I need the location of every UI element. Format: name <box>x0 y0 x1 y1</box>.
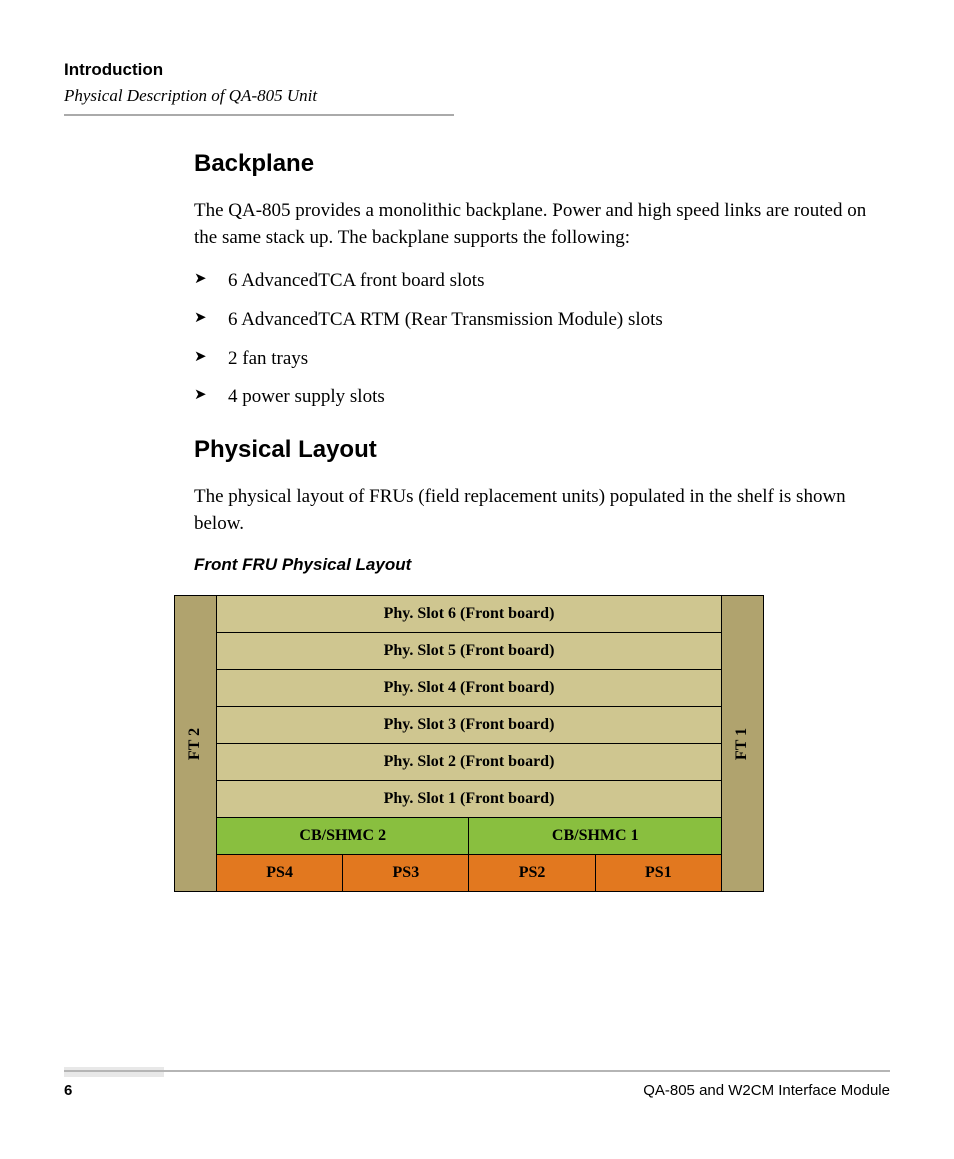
slot-5: Phy. Slot 5 (Front board) <box>217 633 722 670</box>
ps4: PS4 <box>217 855 343 892</box>
list-item: 2 fan trays <box>194 347 882 372</box>
chapter-title: Introduction <box>64 60 890 80</box>
backplane-intro: The QA-805 provides a monolithic backpla… <box>194 198 882 251</box>
cb-shmc-1: CB/SHMC 1 <box>469 818 722 855</box>
figure-caption: Front FRU Physical Layout <box>194 555 882 575</box>
page-footer: 6 QA-805 and W2CM Interface Module <box>64 1070 890 1099</box>
slot-1: Phy. Slot 1 (Front board) <box>217 781 722 818</box>
header-rule <box>64 114 454 116</box>
slot-4: Phy. Slot 4 (Front board) <box>217 670 722 707</box>
fru-layout-diagram: FT 2 Phy. Slot 6 (Front board) FT 1 Phy.… <box>174 595 764 892</box>
running-header: Introduction Physical Description of QA-… <box>64 60 890 116</box>
footer-rule <box>64 1070 890 1072</box>
footer-doc-title: QA-805 and W2CM Interface Module <box>643 1082 890 1099</box>
slot-6: Phy. Slot 6 (Front board) <box>217 596 722 633</box>
slot-3: Phy. Slot 3 (Front board) <box>217 707 722 744</box>
fan-tray-right: FT 1 <box>722 596 764 892</box>
ps1: PS1 <box>595 855 721 892</box>
section-heading-physical-layout: Physical Layout <box>194 436 882 464</box>
ps3: PS3 <box>343 855 469 892</box>
cb-shmc-2: CB/SHMC 2 <box>217 818 469 855</box>
slot-2: Phy. Slot 2 (Front board) <box>217 744 722 781</box>
list-item: 6 AdvancedTCA front board slots <box>194 269 882 294</box>
chapter-subtitle: Physical Description of QA-805 Unit <box>64 86 890 106</box>
fan-tray-left: FT 2 <box>175 596 217 892</box>
list-item: 4 power supply slots <box>194 385 882 410</box>
ps2: PS2 <box>469 855 595 892</box>
page-number: 6 <box>64 1082 72 1099</box>
body-column: Backplane The QA-805 provides a monolith… <box>194 150 882 892</box>
section-heading-backplane: Backplane <box>194 150 882 178</box>
list-item: 6 AdvancedTCA RTM (Rear Transmission Mod… <box>194 308 882 333</box>
physical-layout-intro: The physical layout of FRUs (field repla… <box>194 484 882 537</box>
backplane-bullet-list: 6 AdvancedTCA front board slots 6 Advanc… <box>194 269 882 410</box>
